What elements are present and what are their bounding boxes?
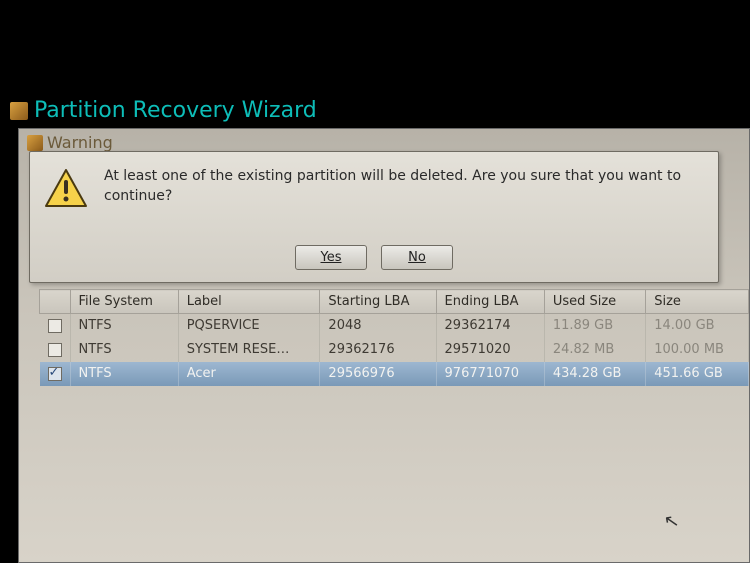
table-row[interactable]: NTFSSYSTEM RESE…293621762957102024.82 MB… bbox=[40, 338, 749, 362]
row-checkbox-cell[interactable] bbox=[40, 338, 71, 362]
row-checkbox[interactable] bbox=[48, 343, 62, 357]
dialog-button-row: Yes No bbox=[30, 245, 718, 282]
window-titlebar: Partition Recovery Wizard bbox=[10, 98, 317, 123]
col-header-end-lba[interactable]: Ending LBA bbox=[436, 290, 544, 314]
cell-usedSize: 434.28 GB bbox=[544, 362, 645, 386]
cell-size: 451.66 GB bbox=[646, 362, 749, 386]
cell-endLBA: 29362174 bbox=[436, 314, 544, 338]
cell-fs: NTFS bbox=[70, 362, 178, 386]
cell-fs: NTFS bbox=[70, 314, 178, 338]
wizard-icon bbox=[10, 102, 28, 120]
inner-titlebar: Warning bbox=[27, 133, 113, 152]
cell-usedSize: 11.89 GB bbox=[544, 314, 645, 338]
cell-startLBA: 2048 bbox=[320, 314, 436, 338]
wizard-icon bbox=[27, 135, 43, 151]
cell-startLBA: 29362176 bbox=[320, 338, 436, 362]
row-checkbox[interactable] bbox=[48, 367, 62, 381]
inner-title-text: Warning bbox=[47, 133, 113, 152]
no-button[interactable]: No bbox=[381, 245, 453, 270]
yes-button[interactable]: Yes bbox=[295, 245, 367, 270]
table-row[interactable]: NTFSPQSERVICE20482936217411.89 GB14.00 G… bbox=[40, 314, 749, 338]
main-panel: Warning At least one of the existing par… bbox=[18, 128, 750, 563]
partition-table-wrap: File System Label Starting LBA Ending LB… bbox=[39, 289, 749, 562]
mouse-cursor-icon: ↖ bbox=[662, 510, 681, 533]
cell-endLBA: 976771070 bbox=[436, 362, 544, 386]
cell-fs: NTFS bbox=[70, 338, 178, 362]
partition-table: File System Label Starting LBA Ending LB… bbox=[39, 289, 749, 386]
warning-icon bbox=[44, 168, 88, 208]
cell-label: SYSTEM RESE… bbox=[178, 338, 320, 362]
row-checkbox-cell[interactable] bbox=[40, 314, 71, 338]
confirm-dialog: At least one of the existing partition w… bbox=[29, 151, 719, 283]
col-header-size[interactable]: Size bbox=[646, 290, 749, 314]
row-checkbox-cell[interactable] bbox=[40, 362, 71, 386]
col-header-filesystem[interactable]: File System bbox=[70, 290, 178, 314]
dialog-message: At least one of the existing partition w… bbox=[104, 166, 698, 239]
window-title-text: Partition Recovery Wizard bbox=[34, 98, 317, 123]
cell-endLBA: 29571020 bbox=[436, 338, 544, 362]
col-header-label[interactable]: Label bbox=[178, 290, 320, 314]
cell-startLBA: 29566976 bbox=[320, 362, 436, 386]
cell-usedSize: 24.82 MB bbox=[544, 338, 645, 362]
cell-size: 100.00 MB bbox=[646, 338, 749, 362]
cell-label: Acer bbox=[178, 362, 320, 386]
dialog-body: At least one of the existing partition w… bbox=[30, 152, 718, 245]
cell-size: 14.00 GB bbox=[646, 314, 749, 338]
table-header-row: File System Label Starting LBA Ending LB… bbox=[40, 290, 749, 314]
col-header-used-size[interactable]: Used Size bbox=[544, 290, 645, 314]
col-header-start-lba[interactable]: Starting LBA bbox=[320, 290, 436, 314]
col-header-check[interactable] bbox=[40, 290, 71, 314]
table-row[interactable]: NTFSAcer29566976976771070434.28 GB451.66… bbox=[40, 362, 749, 386]
row-checkbox[interactable] bbox=[48, 319, 62, 333]
cell-label: PQSERVICE bbox=[178, 314, 320, 338]
